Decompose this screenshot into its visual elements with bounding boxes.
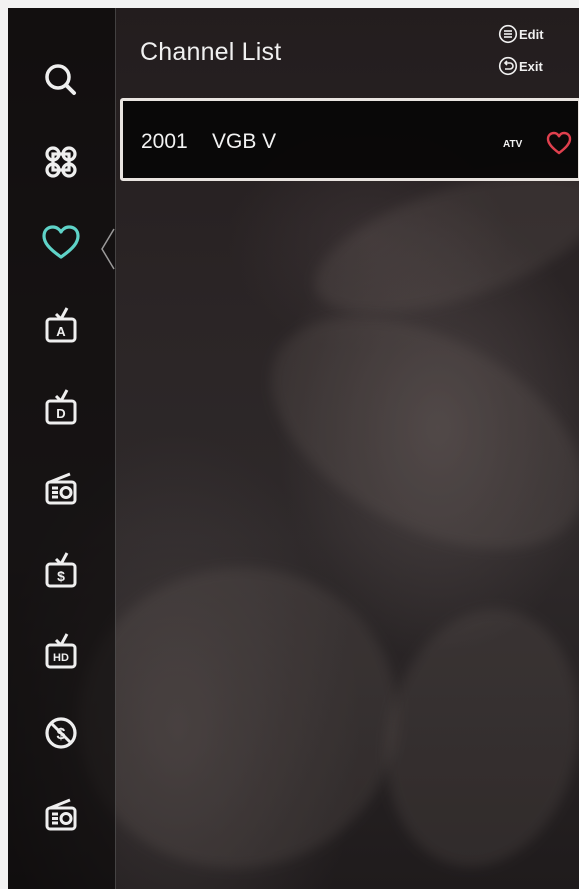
channel-name: VGB V (212, 130, 277, 153)
channel-number: 2001 (141, 130, 188, 153)
sidebar-item-analog-tv[interactable]: A (30, 297, 92, 353)
favorite-heart-icon (546, 131, 572, 155)
tv-dollar-icon: $ (45, 552, 77, 588)
svg-text:D: D (56, 406, 65, 421)
selection-pointer-icon (101, 228, 115, 270)
heart-icon (42, 225, 80, 259)
sidebar-item-all-channels[interactable] (30, 134, 92, 190)
sidebar-item-radio[interactable] (30, 460, 92, 516)
sidebar-item-radio-2[interactable] (30, 786, 92, 842)
svg-text:$: $ (57, 568, 65, 584)
channel-row[interactable]: 2001 VGB V ATV (120, 98, 579, 181)
tv-d-icon: D (45, 389, 77, 425)
edit-hint[interactable]: Edit (498, 24, 544, 44)
background-figure (363, 591, 579, 885)
svg-text:HD: HD (53, 652, 69, 664)
radio-icon (45, 798, 77, 831)
sidebar-item-hd-tv[interactable]: HD (30, 623, 92, 679)
sidebar-item-favorites[interactable] (30, 215, 92, 271)
tv-screen: A D $ HD Channel List Edit Exit 2001 VGB… (8, 8, 579, 889)
menu-icon (498, 24, 518, 44)
exit-hint[interactable]: Exit (498, 56, 543, 76)
sidebar-item-digital-tv[interactable]: D (30, 379, 92, 435)
edit-hint-label: Edit (519, 26, 544, 42)
svg-text:A: A (56, 324, 66, 339)
command-icon (45, 146, 77, 178)
page-title: Channel List (140, 38, 282, 66)
sidebar-item-free-channels[interactable]: $ (30, 705, 92, 761)
return-icon (498, 56, 518, 76)
sidebar-item-pay-tv[interactable]: $ (30, 542, 92, 598)
no-dollar-icon: $ (45, 717, 77, 749)
channel-type-badge: ATV (503, 139, 523, 150)
radio-icon (45, 472, 77, 505)
background-figure (233, 269, 579, 597)
tv-hd-icon: HD (45, 633, 77, 669)
sidebar-item-search[interactable] (30, 52, 92, 108)
category-sidebar: A D $ HD (8, 8, 116, 889)
tv-a-icon: A (45, 307, 77, 343)
search-icon (45, 64, 76, 95)
exit-hint-label: Exit (519, 58, 543, 74)
